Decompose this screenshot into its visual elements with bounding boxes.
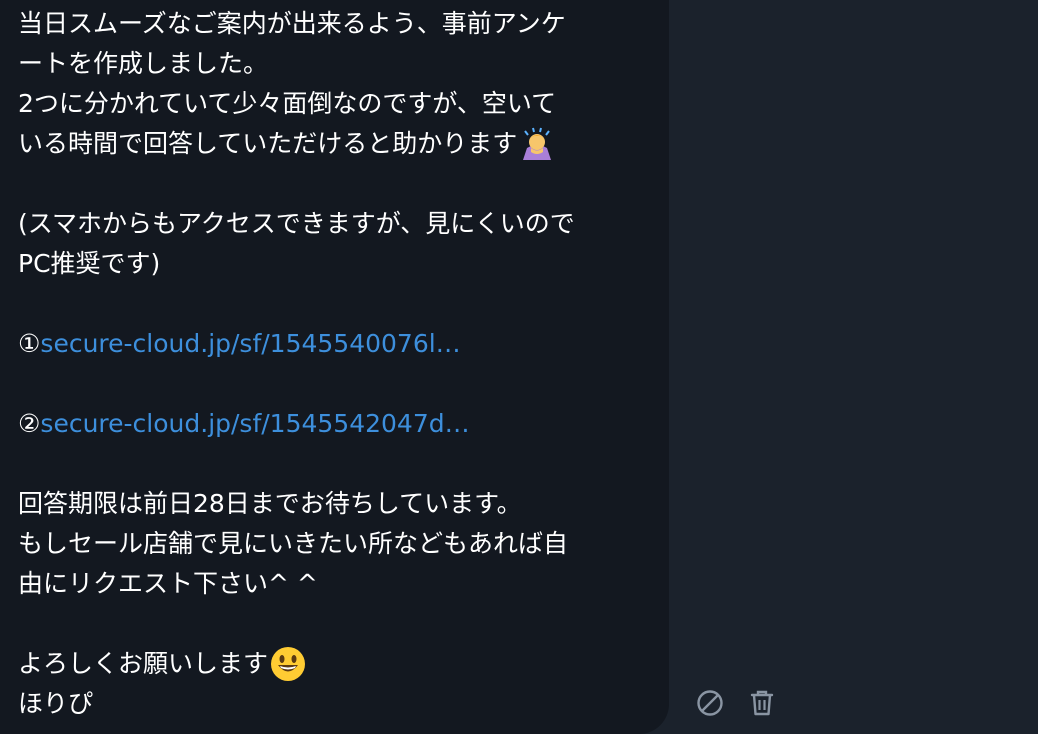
trash-icon bbox=[749, 689, 775, 721]
message-line: いる時間で回答していただけると助かります bbox=[18, 124, 555, 164]
message-line: 回答期限は前日28日までお待ちしています。 bbox=[18, 489, 522, 518]
link-line: ② secure-cloud.jp/sf/1545542047d… bbox=[18, 404, 470, 444]
delete-button[interactable] bbox=[746, 688, 778, 722]
message-line: ートを作成しました。 bbox=[18, 49, 269, 78]
message-text: よろしくお願いします bbox=[18, 649, 269, 678]
disable-icon bbox=[696, 689, 724, 721]
message-line: ほりぴ bbox=[18, 689, 94, 718]
link-line: ① secure-cloud.jp/sf/1545540076l… bbox=[18, 324, 461, 364]
message-line: 由にリクエスト下さい^ ^ bbox=[18, 569, 318, 598]
message-line: 2つに分かれていて少々面倒なのですが、空いて bbox=[18, 89, 557, 118]
smiling-face-emoji bbox=[270, 646, 306, 682]
survey-link-1[interactable]: secure-cloud.jp/sf/1545540076l… bbox=[40, 324, 460, 364]
message-line: 当日スムーズなご案内が出来るよう、事前アンケ bbox=[18, 9, 566, 38]
message-text: いる時間で回答していただけると助かります bbox=[18, 129, 518, 158]
link-marker: ② bbox=[18, 409, 41, 438]
survey-link-2[interactable]: secure-cloud.jp/sf/1545542047d… bbox=[40, 404, 469, 444]
link-marker: ① bbox=[18, 329, 41, 358]
message-line: もしセール店舗で見にいきたい所などもあれば自 bbox=[18, 529, 569, 558]
chat-view: 当日スムーズなご案内が出来るよう、事前アンケ ートを作成しました。 2つに分かれ… bbox=[0, 0, 1038, 734]
message-actions bbox=[694, 688, 778, 722]
message-line: (スマホからもアクセスできますが、見にくいので bbox=[18, 209, 575, 238]
person-bowing-emoji bbox=[519, 126, 555, 162]
message-line: PC推奨です) bbox=[18, 249, 161, 278]
disable-button[interactable] bbox=[694, 688, 726, 722]
message-line: よろしくお願いします bbox=[18, 644, 306, 684]
